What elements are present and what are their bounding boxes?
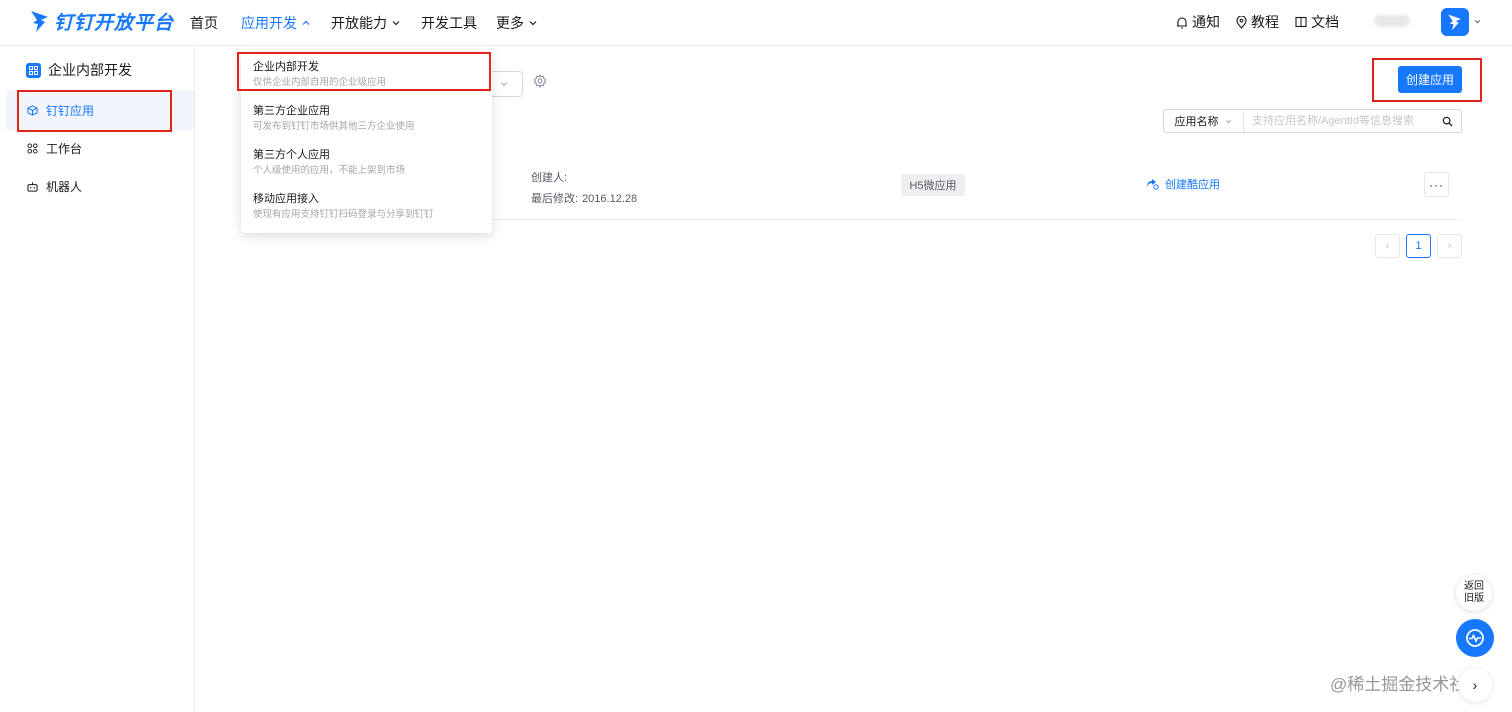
sidebar-item-workbench[interactable]: 工作台 bbox=[6, 128, 194, 168]
docs-label: 文档 bbox=[1311, 14, 1339, 30]
tutorial-label: 教程 bbox=[1251, 14, 1279, 30]
book-icon bbox=[1295, 16, 1307, 28]
sidebar-item-robot[interactable]: 机器人 bbox=[6, 166, 194, 206]
chevron-down-icon bbox=[392, 21, 400, 26]
robot-icon bbox=[27, 181, 38, 192]
search-icon bbox=[1442, 116, 1453, 127]
return-old-version-line2: 旧版 bbox=[1464, 593, 1484, 604]
sidebar-item-label: 机器人 bbox=[46, 179, 83, 194]
pagination-prev[interactable]: ‹ bbox=[1375, 234, 1400, 258]
app-type-tag: H5微应用 bbox=[901, 174, 965, 196]
menu-item-title: 第三方个人应用 bbox=[253, 149, 330, 161]
bell-icon bbox=[1177, 16, 1187, 29]
dingtalk-avatar-icon bbox=[1448, 14, 1461, 31]
sidebar-item-label: 工作台 bbox=[46, 141, 83, 156]
chevron-down-icon bbox=[500, 82, 507, 86]
gear-icon[interactable] bbox=[533, 74, 547, 88]
sidebar-title: 企业内部开发 bbox=[26, 60, 132, 80]
avatar-chevron-down-icon[interactable] bbox=[1473, 17, 1482, 26]
app-grid-icon bbox=[26, 62, 41, 78]
last-modified-date: 2016.12.28 bbox=[582, 193, 638, 205]
menu-item-internal-dev[interactable]: 企业内部开发 仅供企业内部自用的企业级应用 bbox=[253, 60, 483, 89]
assistant-chat-icon bbox=[1466, 629, 1484, 647]
pagination-page-1[interactable]: 1 bbox=[1406, 234, 1431, 258]
create-cool-app-link[interactable]: 创建酷应用 bbox=[1146, 176, 1220, 192]
chevron-down-icon bbox=[1225, 119, 1231, 123]
docs-link[interactable]: 文档 bbox=[1295, 0, 1339, 44]
last-modified: 最后修改: 2016.12.28 bbox=[531, 190, 637, 206]
nav-more[interactable]: 更多 bbox=[496, 0, 539, 46]
scroll-next-button[interactable]: › bbox=[1458, 668, 1492, 702]
sidebar-item-dingtalk-apps[interactable]: 钉钉应用 bbox=[6, 90, 194, 130]
chevron-down-icon bbox=[529, 21, 537, 26]
menu-item-desc: 个人级使用的应用，不能上架到市场 bbox=[253, 165, 406, 176]
create-app-button[interactable]: 创建应用 bbox=[1398, 66, 1462, 93]
return-old-version-line1: 返回 bbox=[1464, 581, 1484, 592]
nav-more-label: 更多 bbox=[496, 15, 524, 31]
nav-home-label: 首页 bbox=[190, 15, 218, 31]
create-cool-app-label: 创建酷应用 bbox=[1165, 179, 1220, 191]
menu-item-title: 移动应用接入 bbox=[253, 193, 319, 205]
search-type-select[interactable]: 应用名称 bbox=[1164, 110, 1244, 132]
nav-app-dev-label: 应用开发 bbox=[241, 15, 297, 31]
dingtalk-logo-icon bbox=[31, 11, 48, 32]
location-pin-icon bbox=[1236, 15, 1247, 29]
return-old-version-button[interactable]: 返回 旧版 bbox=[1456, 575, 1492, 611]
nav-open-capability-label: 开放能力 bbox=[331, 15, 387, 31]
menu-item-mobile-app[interactable]: 移动应用接入 使现有应用支持钉钉扫码登录与分享到钉钉 bbox=[253, 192, 483, 221]
menu-item-title: 第三方企业应用 bbox=[253, 105, 330, 117]
nav-dev-tools[interactable]: 开发工具 bbox=[421, 0, 477, 46]
sidebar: 企业内部开发 钉钉应用 工作台 机器人 bbox=[6, 46, 195, 712]
sidebar-title-label: 企业内部开发 bbox=[48, 62, 132, 78]
chevron-up-icon bbox=[302, 20, 310, 25]
cool-app-icon bbox=[1147, 179, 1159, 190]
logo-text: 钉钉开放平台 bbox=[54, 12, 175, 34]
search-type-label: 应用名称 bbox=[1174, 116, 1219, 128]
username-blurred[interactable] bbox=[1374, 15, 1410, 27]
last-modified-label: 最后修改: bbox=[531, 193, 579, 205]
nav-app-dev[interactable]: 应用开发 bbox=[241, 0, 312, 46]
nav-home[interactable]: 首页 bbox=[190, 0, 218, 46]
top-nav-bar: 钉钉开放平台 首页 应用开发 开放能力 开发工具 更多 通知 教程 文档 bbox=[0, 0, 1512, 46]
grid-icon bbox=[27, 142, 38, 154]
cube-icon bbox=[27, 104, 38, 116]
user-avatar[interactable] bbox=[1441, 8, 1469, 36]
search-input[interactable] bbox=[1244, 110, 1433, 132]
nav-dev-tools-label: 开发工具 bbox=[421, 15, 477, 31]
creator-label: 创建人: bbox=[531, 172, 568, 184]
menu-item-desc: 使现有应用支持钉钉扫码登录与分享到钉钉 bbox=[253, 209, 434, 220]
search-button[interactable] bbox=[1433, 110, 1461, 132]
nav-open-capability[interactable]: 开放能力 bbox=[331, 0, 402, 46]
menu-item-third-party-enterprise[interactable]: 第三方企业应用 可发布到钉钉市场供其他三方企业使用 bbox=[253, 104, 483, 133]
menu-item-title: 企业内部开发 bbox=[253, 61, 319, 73]
assistant-button[interactable] bbox=[1456, 619, 1494, 657]
sidebar-item-label: 钉钉应用 bbox=[46, 103, 95, 118]
app-dev-dropdown-menu: 企业内部开发 仅供企业内部自用的企业级应用 第三方企业应用 可发布到钉钉市场供其… bbox=[241, 52, 492, 233]
menu-item-third-party-personal[interactable]: 第三方个人应用 个人级使用的应用，不能上架到市场 bbox=[253, 148, 483, 177]
pagination-next[interactable]: › bbox=[1437, 234, 1462, 258]
notification-label: 通知 bbox=[1192, 14, 1220, 30]
tutorial-link[interactable]: 教程 bbox=[1236, 0, 1279, 44]
notification-link[interactable]: 通知 bbox=[1176, 0, 1220, 44]
menu-item-desc: 仅供企业内部自用的企业级应用 bbox=[253, 77, 387, 88]
menu-item-desc: 可发布到钉钉市场供其他三方企业使用 bbox=[253, 121, 415, 132]
more-actions-button[interactable]: ··· bbox=[1424, 172, 1449, 197]
logo[interactable]: 钉钉开放平台 bbox=[30, 6, 174, 36]
search-bar: 应用名称 bbox=[1163, 109, 1462, 133]
